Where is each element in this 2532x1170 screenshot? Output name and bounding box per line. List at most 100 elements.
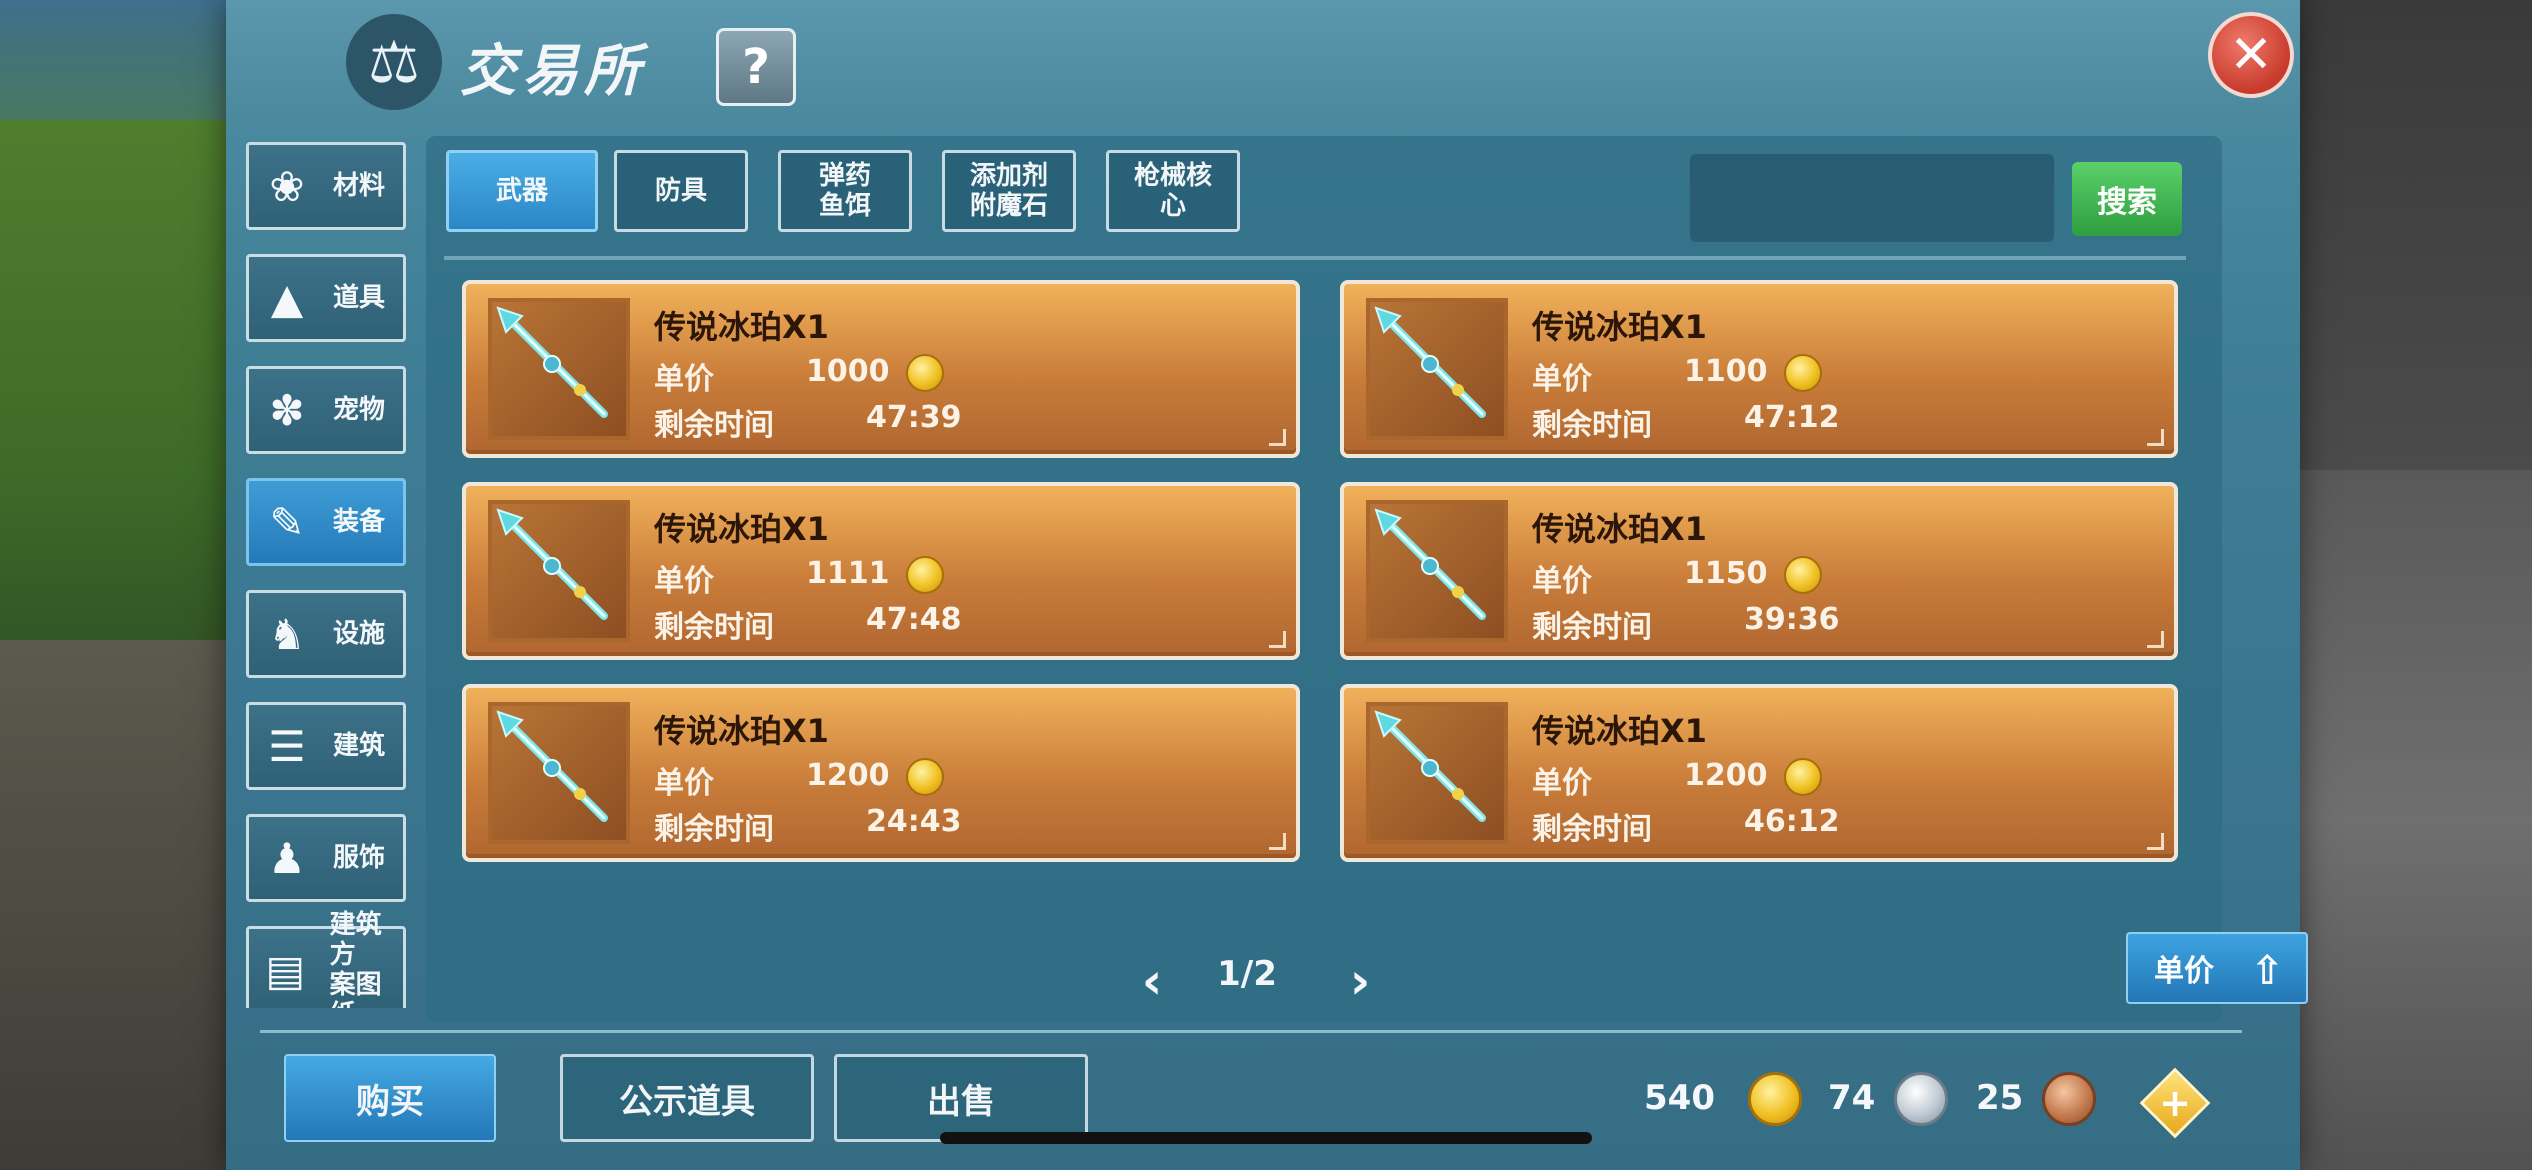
gold-coin-icon bbox=[1748, 1072, 1802, 1126]
search-input[interactable] bbox=[1690, 154, 2054, 242]
sidebar-item-label: 设施 bbox=[333, 619, 386, 649]
gold-coin-icon bbox=[906, 556, 944, 594]
gold-coin-icon bbox=[906, 354, 944, 392]
equipment-icon: ✎ bbox=[269, 497, 305, 547]
gold-coin-icon bbox=[1784, 758, 1822, 796]
show-items-button[interactable]: 公示道具 bbox=[560, 1054, 814, 1142]
listing-card[interactable]: 传说冰珀X1 单价 1000 剩余时间 47:39 bbox=[462, 280, 1300, 458]
remaining-time-label: 剩余时间 bbox=[1532, 610, 1652, 645]
corner-mark-icon bbox=[1269, 631, 1286, 648]
background-ground bbox=[0, 640, 240, 1170]
corner-mark-icon bbox=[1269, 429, 1286, 446]
copper-amount: 25 bbox=[1976, 1078, 2024, 1118]
price-label: 单价 bbox=[1532, 362, 1592, 397]
listing-panel: 武器 防具 弹药 鱼饵 添加剂 附魔石 枪械核 心 搜索 传说冰珀X1 单价 100… bbox=[426, 136, 2308, 1022]
price-value: 1100 bbox=[1684, 354, 1768, 389]
item-frame bbox=[1366, 500, 1508, 642]
corner-mark-icon bbox=[2147, 429, 2164, 446]
tab-weapon[interactable]: 武器 bbox=[446, 150, 598, 232]
materials-icon: ❀ bbox=[269, 161, 305, 211]
page-title: 交易所 bbox=[460, 39, 646, 104]
sidebar-item-label: 服饰 bbox=[333, 843, 386, 873]
sidebar-item-facility[interactable]: ♞ 设施 bbox=[246, 590, 406, 678]
price-label: 单价 bbox=[1532, 766, 1592, 801]
tool-icon: ▲ bbox=[270, 273, 304, 323]
page-indicator: 1/2 bbox=[1217, 954, 1277, 994]
listing-card[interactable]: 传说冰珀X1 单价 1100 剩余时间 47:12 bbox=[1340, 280, 2178, 458]
category-sidebar[interactable]: ❀ 材料 ▲ 道具 ✽ 宠物 ✎ 装备 ♞ 设施 ☰ 建筑 ♟ 服饰 ▤ 建筑方 案图纸 bbox=[246, 136, 412, 1008]
tab-additive-enchant[interactable]: 添加剂 附魔石 bbox=[942, 150, 1076, 232]
divider bbox=[444, 256, 2186, 260]
gold-coin-icon bbox=[906, 758, 944, 796]
sidebar-item-blueprint[interactable]: ▤ 建筑方 案图纸 bbox=[246, 910, 406, 1008]
prev-page-button[interactable]: ‹ bbox=[1132, 952, 1172, 1010]
exchange-window: ⚖ 交易所 ? ✕ ❀材料▲道具✽宠物✎装备♞设施☰建筑♟服饰▤建筑方 案图纸 … bbox=[226, 0, 2308, 1170]
remaining-time-label: 剩余时间 bbox=[1532, 812, 1652, 847]
sidebar-item-label: 材料 bbox=[333, 171, 386, 201]
tab-gun-core[interactable]: 枪械核 心 bbox=[1106, 150, 1240, 232]
remaining-time-label: 剩余时间 bbox=[1532, 408, 1652, 443]
close-button[interactable]: ✕ bbox=[2208, 12, 2294, 98]
listing-card[interactable]: 传说冰珀X1 单价 1150 剩余时间 39:36 bbox=[1340, 482, 2178, 660]
sidebar-item-equipment[interactable]: ✎ 装备 bbox=[246, 478, 406, 566]
listing-card[interactable]: 传说冰珀X1 单价 1200 剩余时间 24:43 bbox=[462, 684, 1300, 862]
buy-button[interactable]: 购买 bbox=[284, 1054, 496, 1142]
price-value: 1150 bbox=[1684, 556, 1768, 591]
sidebar-item-paw[interactable]: ✽ 宠物 bbox=[246, 366, 406, 454]
home-indicator[interactable] bbox=[940, 1132, 1592, 1144]
remaining-time-value: 47:12 bbox=[1744, 400, 1840, 435]
copper-coin-icon bbox=[2042, 1072, 2096, 1126]
sidebar-item-label: 建筑方 案图纸 bbox=[329, 910, 382, 1008]
item-frame bbox=[488, 298, 630, 440]
sidebar-item-label: 装备 bbox=[333, 507, 386, 537]
sort-arrow-icon: ⇧ bbox=[2250, 948, 2284, 994]
corner-mark-icon bbox=[2147, 833, 2164, 850]
gold-amount: 540 bbox=[1644, 1078, 1715, 1118]
listing-card[interactable]: 传说冰珀X1 单价 1200 剩余时间 46:12 bbox=[1340, 684, 2178, 862]
search-button[interactable]: 搜索 bbox=[2072, 162, 2182, 236]
silver-coin-icon bbox=[1894, 1072, 1948, 1126]
tab-label: 枪械核 心 bbox=[1133, 161, 1212, 221]
tab-label: 弹药 鱼饵 bbox=[818, 161, 871, 221]
tab-label: 添加剂 附魔石 bbox=[969, 161, 1048, 221]
facility-icon: ♞ bbox=[268, 609, 306, 659]
sidebar-item-materials[interactable]: ❀ 材料 bbox=[246, 142, 406, 230]
sidebar-item-tool[interactable]: ▲ 道具 bbox=[246, 254, 406, 342]
item-name: 传说冰珀X1 bbox=[1532, 308, 1707, 346]
add-currency-button[interactable]: + bbox=[2139, 1067, 2211, 1139]
sidebar-item-clothing[interactable]: ♟ 服饰 bbox=[246, 814, 406, 902]
help-button[interactable]: ? bbox=[716, 28, 796, 106]
price-label: 单价 bbox=[654, 766, 714, 801]
background-grass bbox=[0, 120, 240, 720]
price-label: 单价 bbox=[654, 564, 714, 599]
remaining-time-value: 47:48 bbox=[866, 602, 962, 637]
item-name: 传说冰珀X1 bbox=[654, 308, 829, 346]
price-value: 1200 bbox=[806, 758, 890, 793]
clothing-icon: ♟ bbox=[268, 833, 306, 883]
blueprint-icon: ▤ bbox=[265, 945, 306, 995]
sell-button[interactable]: 出售 bbox=[834, 1054, 1088, 1142]
corner-mark-icon bbox=[1269, 833, 1286, 850]
item-frame bbox=[488, 500, 630, 642]
listing-card[interactable]: 传说冰珀X1 单价 1111 剩余时间 47:48 bbox=[462, 482, 1300, 660]
next-page-button[interactable]: › bbox=[1340, 952, 1380, 1010]
corner-mark-icon bbox=[2147, 631, 2164, 648]
item-frame bbox=[1366, 298, 1508, 440]
remaining-time-value: 47:39 bbox=[866, 400, 962, 435]
remaining-time-label: 剩余时间 bbox=[654, 610, 774, 645]
background-floor bbox=[2292, 470, 2532, 1170]
item-name: 传说冰珀X1 bbox=[1532, 712, 1707, 750]
price-value: 1000 bbox=[806, 354, 890, 389]
sidebar-item-building[interactable]: ☰ 建筑 bbox=[246, 702, 406, 790]
tab-armor[interactable]: 防具 bbox=[614, 150, 748, 232]
tab-ammo-bait[interactable]: 弹药 鱼饵 bbox=[778, 150, 912, 232]
building-icon: ☰ bbox=[268, 721, 306, 771]
remaining-time-value: 24:43 bbox=[866, 804, 962, 839]
scales-icon: ⚖ bbox=[346, 14, 442, 110]
item-name: 传说冰珀X1 bbox=[1532, 510, 1707, 548]
paw-icon: ✽ bbox=[269, 385, 305, 435]
sort-label: 单价 bbox=[2154, 954, 2214, 989]
item-name: 传说冰珀X1 bbox=[654, 510, 829, 548]
sort-by-price-button[interactable]: 单价 ⇧ bbox=[2126, 932, 2308, 1004]
price-value: 1200 bbox=[1684, 758, 1768, 793]
